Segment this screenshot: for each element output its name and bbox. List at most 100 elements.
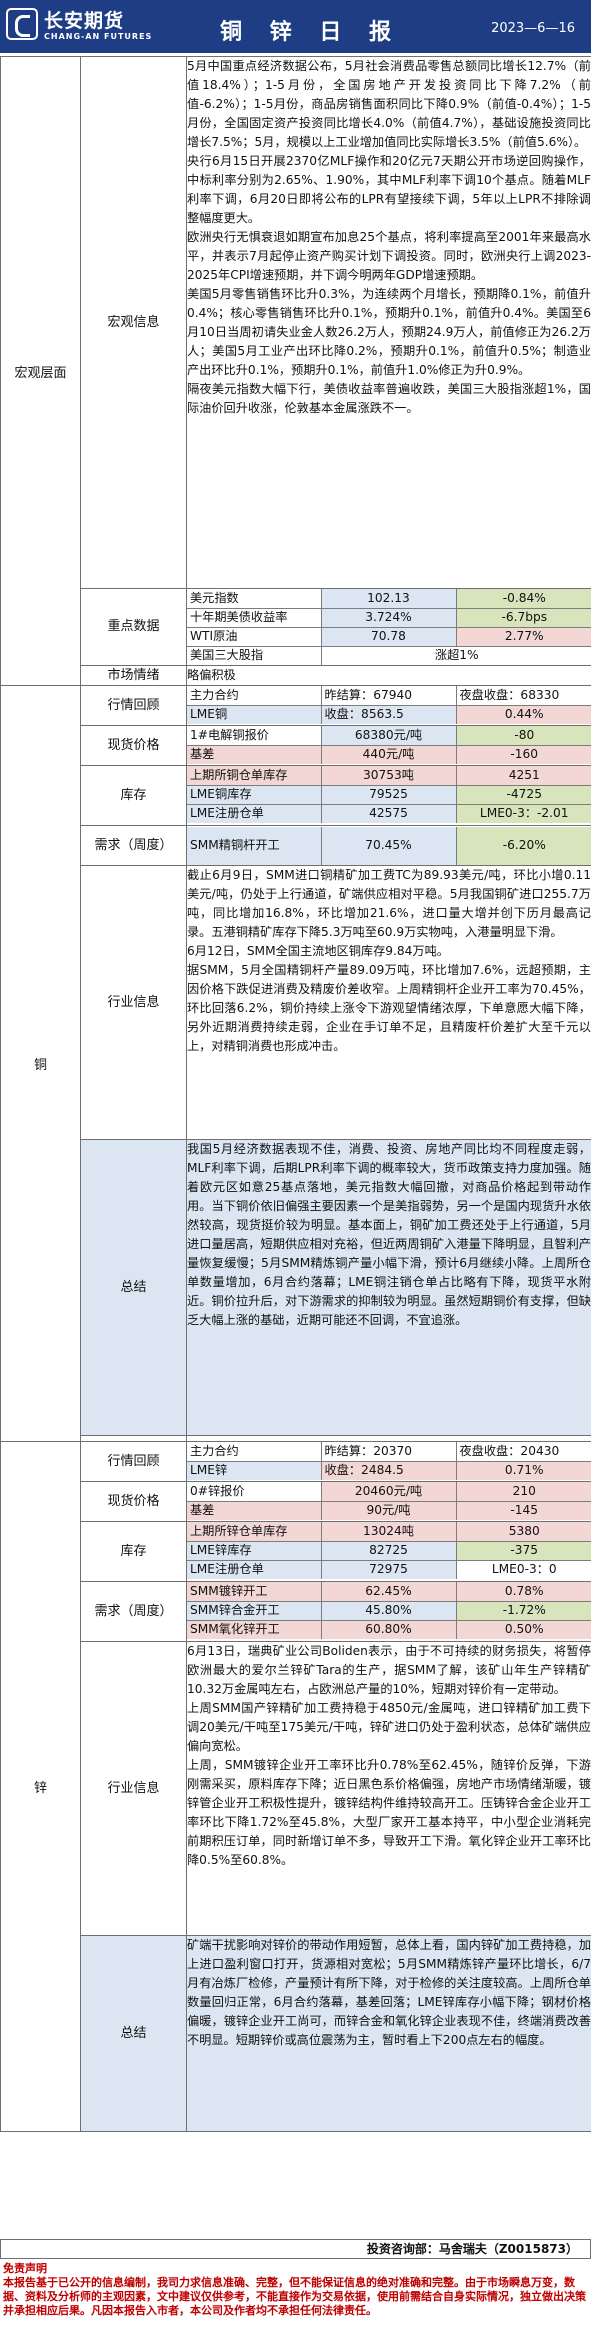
row-value: 62.45% [320,1582,457,1602]
table-row: 十年期美债收益率 3.724% -6.7bps [187,607,591,628]
row-change: -375 [455,1540,591,1561]
row-change: 夜盘收盘：20430 [455,1442,591,1462]
row-value: 72975 [320,1559,457,1579]
section-copper: 铜 [0,685,81,1442]
table-row: SMM精铜杆开工 70.45% -6.20% [187,826,591,865]
key-data-change: 2.77% [455,626,591,647]
zinc-stock-label: 库存 [80,1521,187,1582]
key-data-table: 美元指数 102.13 -0.84% 十年期美债收益率 3.724% -6.7b… [187,589,591,665]
copper-spot-cell: 1#电解铜报价 68380元/吨 -80 基差 440元/吨 -160 [186,725,591,766]
zinc-demand-table: SMM镀锌开工 62.45% 0.78% SMM锌合金开工 45.80% -1.… [187,1582,591,1639]
copper-demand-cell: SMM精铜杆开工 70.45% -6.20% [186,825,591,866]
row-value: 昨结算：20370 [320,1442,457,1462]
copper-industry-body: 截止6月9日，SMM进口铜精矿加工费TC为89.93美元/吨，环比小增0.11美… [187,868,591,1053]
macro-info-body: 5月中国重点经济数据公布，5月社会消费品零售总额同比增长12.7%（前值18.4… [187,59,591,415]
zinc-spot-cell: 0#锌报价 20460元/吨 210 基差 90元/吨 -145 [186,1481,591,1522]
row-name: LME注册仓单 [187,803,322,823]
row-name: LME注册仓单 [187,1559,322,1579]
disclaimer-body: 本报告基于已公开的信息编制，我司力求信息准确、完整，但不能保证信息的绝对准确和完… [3,2276,586,2317]
row-name: SMM精铜杆开工 [187,826,322,865]
table-row: LME注册仓单 72975 LME0-3：0 [187,1559,591,1579]
disclaimer: 免责声明 本报告基于已公开的信息编制，我司力求信息准确、完整，但不能保证信息的绝… [0,2262,591,2318]
row-value: 收盘：8563.5 [320,704,457,724]
table-row: 基差 440元/吨 -160 [187,744,591,764]
key-data-name: WTI原油 [187,626,322,647]
table-row: 上期所铜仓单库存 30753吨 4251 [187,766,591,786]
key-data-cell: 美元指数 102.13 -0.84% 十年期美债收益率 3.724% -6.7b… [186,588,591,666]
zinc-summary-text: 矿端干扰影响对锌价的带动作用短暂，总体上看，国内锌矿加工费持稳，加上进口盈利窗口… [186,1935,591,2132]
copper-review-label: 行情回顾 [80,685,187,726]
row-name: LME锌 [187,1460,322,1480]
row-name: 1#电解铜报价 [187,726,322,746]
daily-report-page: 长安期货 CHANG-AN FUTURES 铜 锌 日 报 2023—6—16 … [0,0,591,2337]
row-change: -1.72% [455,1600,591,1621]
row-change: -160 [455,744,591,764]
zinc-review-table: 主力合约 昨结算：20370 夜盘收盘：20430 LME锌 收盘：2484.5… [187,1442,591,1480]
table-row: 主力合约 昨结算：20370 夜盘收盘：20430 [187,1442,591,1462]
row-name: SMM氧化锌开工 [187,1619,322,1639]
row-value: 68380元/吨 [320,726,457,746]
key-data-value: 70.78 [320,626,457,647]
key-data-change: -0.84% [455,589,591,609]
copper-spot-label: 现货价格 [80,725,187,766]
key-data-name: 十年期美债收益率 [187,607,322,628]
key-data-value: 3.724% [320,607,457,628]
row-name: LME铜库存 [187,784,322,805]
row-change: 夜盘收盘：68330 [455,686,591,706]
copper-review-table: 主力合约 昨结算：67940 夜盘收盘：68330 LME铜 收盘：8563.5… [187,686,591,724]
row-change: -80 [455,726,591,746]
table-row: 0#锌报价 20460元/吨 210 [187,1482,591,1502]
row-name: 主力合约 [187,1442,322,1462]
key-data-value: 102.13 [320,589,457,609]
row-value: 13024吨 [320,1522,457,1542]
macro-info-label: 宏观信息 [80,56,187,589]
row-name: 主力合约 [187,686,322,706]
key-data-name: 美国三大股指 [187,645,322,665]
row-name: SMM锌合金开工 [187,1600,322,1621]
row-change: 0.78% [455,1582,591,1602]
row-value: 45.80% [320,1600,457,1621]
zinc-stock-table: 上期所锌仓单库存 13024吨 5380 LME锌库存 82725 -375 L… [187,1522,591,1579]
row-name: LME铜 [187,704,322,724]
copper-summary-text: 我国5月经济数据表现不佳，消费、投资、房地产同比均不同程度走弱，MLF利率下调，… [186,1139,591,1436]
zinc-industry-label: 行业信息 [80,1641,187,1936]
row-name: 基差 [187,744,322,764]
report-header: 长安期货 CHANG-AN FUTURES 铜 锌 日 报 2023—6—16 [0,0,591,53]
disclaimer-title: 免责声明 [3,2262,47,2275]
table-row: LME铜 收盘：8563.5 0.44% [187,704,591,724]
market-mood-label: 市场情绪 [80,665,187,686]
row-value: 收盘：2484.5 [320,1460,457,1480]
zinc-industry-body: 6月13日，瑞典矿业公司Boliden表示，由于不可持续的财务损失，将暂停欧洲最… [187,1644,591,1867]
row-name: 上期所锌仓单库存 [187,1522,322,1542]
table-row: LME锌 收盘：2484.5 0.71% [187,1460,591,1480]
row-name: 上期所铜仓单库存 [187,766,322,786]
key-data-label: 重点数据 [80,588,187,666]
row-change: 0.44% [455,704,591,724]
report-table: 宏观层面 宏观信息 5月中国重点经济数据公布，5月社会消费品零售总额同比增长12… [0,56,591,2132]
table-row: 主力合约 昨结算：67940 夜盘收盘：68330 [187,686,591,706]
market-mood-value: 略偏积极 [186,665,591,686]
row-change: 5380 [455,1522,591,1542]
macro-info-text: 5月中国重点经济数据公布，5月社会消费品零售总额同比增长12.7%（前值18.4… [186,56,591,589]
row-value: 60.80% [320,1619,457,1639]
row-name: 基差 [187,1500,322,1520]
section-macro: 宏观层面 [0,56,81,686]
table-row: SMM氧化锌开工 60.80% 0.50% [187,1619,591,1639]
zinc-review-label: 行情回顾 [80,1441,187,1482]
copper-summary-label: 总结 [80,1139,187,1436]
copper-demand-label: 需求（周度） [80,825,187,866]
row-value: 20460元/吨 [320,1482,457,1502]
report-title: 铜 锌 日 报 [220,19,401,45]
table-row: WTI原油 70.78 2.77% [187,626,591,647]
row-change: -4725 [455,784,591,805]
row-change: LME0-3：0 [455,1559,591,1579]
key-data-change: 涨超1% [320,645,591,665]
copper-demand-table: SMM精铜杆开工 70.45% -6.20% [187,826,591,865]
row-change: 0.50% [455,1619,591,1639]
report-date: 2023—6—16 [491,21,575,36]
zinc-industry-text: 6月13日，瑞典矿业公司Boliden表示，由于不可持续的财务损失，将暂停欧洲最… [186,1641,591,1936]
zinc-spot-label: 现货价格 [80,1481,187,1522]
row-change: 4251 [455,766,591,786]
table-row: SMM镀锌开工 62.45% 0.78% [187,1582,591,1602]
company-name-en: CHANG-AN FUTURES [44,32,153,41]
